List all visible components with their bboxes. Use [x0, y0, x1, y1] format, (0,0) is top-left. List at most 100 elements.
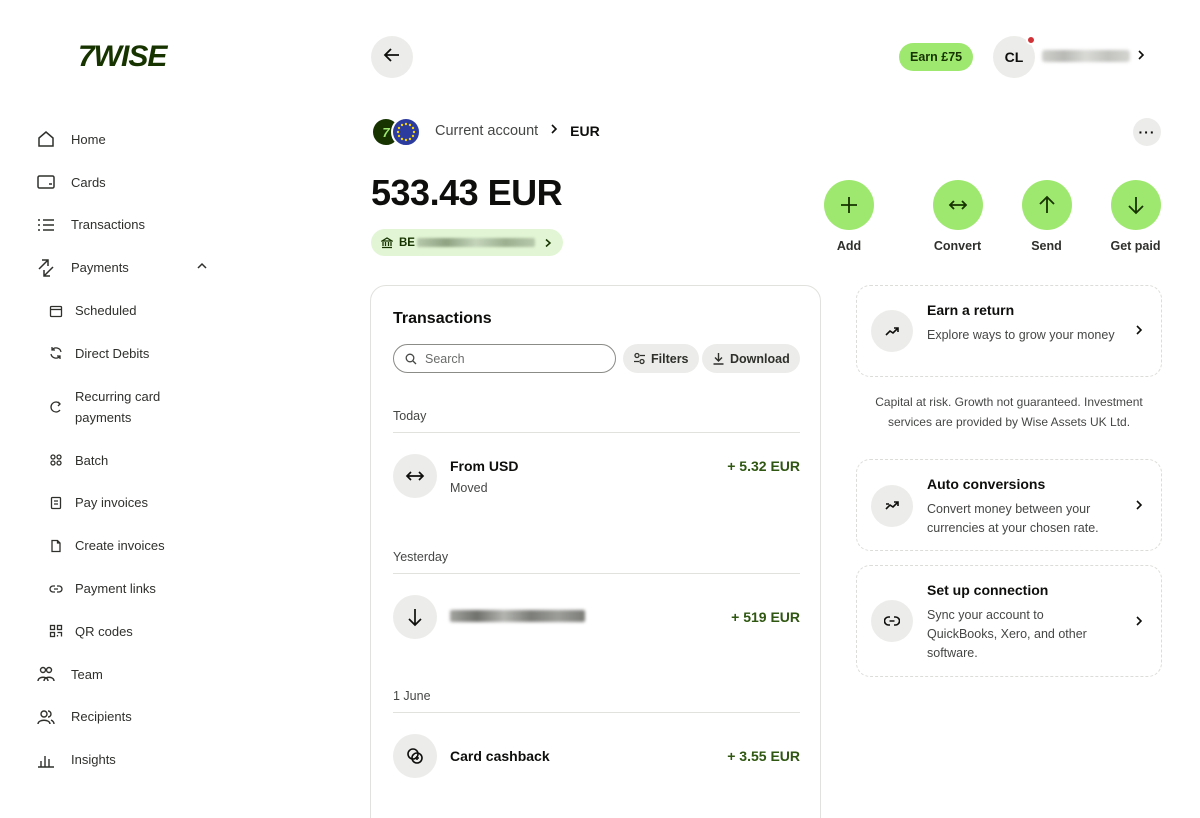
eu-flag-icon [391, 117, 421, 147]
filters-label: Filters [651, 351, 689, 366]
earn-referral-button[interactable]: Earn £75 [899, 43, 974, 71]
sidebar-item-label: Insights [71, 752, 116, 768]
breadcrumb-current: EUR [570, 123, 600, 139]
account-name-redacted[interactable] [1042, 50, 1130, 62]
breadcrumb: Current account EUR [435, 123, 600, 139]
account-balance: 533.43 EUR [371, 172, 563, 213]
earn-a-return-card[interactable]: Earn a return Explore ways to grow your … [856, 285, 1162, 377]
sidebar-item-pay-invoices[interactable]: Pay invoices [36, 482, 226, 525]
auto-convert-icon [871, 485, 913, 527]
transaction-amount: + 3.55 EUR [727, 748, 800, 764]
send-button[interactable]: Send [1002, 180, 1091, 253]
account-details-button[interactable]: BE [371, 229, 563, 256]
iban-prefix: BE [399, 236, 415, 249]
chevron-right-icon [1133, 498, 1145, 516]
sidebar-item-insights[interactable]: Insights [36, 738, 226, 781]
promo-title: Earn a return [927, 302, 1015, 318]
sidebar-item-batch[interactable]: Batch [36, 439, 226, 482]
filter-icon [633, 352, 646, 365]
notification-dot [1026, 35, 1036, 45]
add-button[interactable]: Add [824, 180, 874, 253]
chevron-right-icon[interactable] [1134, 48, 1148, 67]
sidebar-item-transactions[interactable]: Transactions [36, 204, 226, 247]
invoice-icon [49, 496, 63, 510]
bank-icon [381, 236, 393, 249]
convert-icon [393, 454, 437, 498]
set-up-connection-card[interactable]: Set up connection Sync your account to Q… [856, 565, 1162, 677]
sidebar-item-label: Recipients [71, 709, 132, 725]
chevron-up-icon[interactable] [196, 260, 208, 275]
action-label: Convert [933, 239, 982, 253]
trend-up-icon [871, 310, 913, 352]
promo-description: Convert money between your currencies at… [927, 502, 1099, 535]
chevron-right-icon [543, 238, 553, 248]
payments-icon [36, 258, 56, 278]
filters-button[interactable]: Filters [623, 344, 699, 373]
sidebar-item-label: Payment links [75, 581, 156, 597]
breadcrumb-parent[interactable]: Current account [435, 123, 538, 139]
plus-icon [824, 180, 874, 230]
promo-title: Auto conversions [927, 476, 1046, 492]
transaction-row[interactable]: Card cashback + 3.55 EUR [393, 734, 800, 780]
earn-label: Earn £75 [910, 50, 963, 64]
sidebar-item-label: Home [71, 131, 106, 147]
action-label: Get paid [1110, 239, 1161, 253]
transaction-name: Card cashback [450, 748, 550, 764]
transactions-card: Transactions Filters Download Today From… [370, 285, 821, 818]
chevron-right-icon [1133, 323, 1145, 341]
more-options-button[interactable]: ··· [1133, 118, 1161, 146]
more-icon: ··· [1138, 124, 1156, 140]
cashback-icon [393, 734, 437, 778]
connection-icon [871, 600, 913, 642]
transaction-subtitle: Moved [450, 481, 488, 495]
sidebar-item-payment-links[interactable]: Payment links [36, 567, 226, 610]
sidebar-item-cards[interactable]: Cards [36, 161, 226, 204]
arrow-down-icon [393, 595, 437, 639]
sidebar-item-label: Scheduled [75, 303, 137, 319]
back-button[interactable] [371, 36, 413, 78]
download-button[interactable]: Download [702, 344, 800, 373]
sidebar-item-qr-codes[interactable]: QR codes [36, 610, 226, 653]
avatar[interactable]: CL [993, 35, 1036, 78]
calendar-icon [49, 304, 63, 318]
sidebar-item-label: QR codes [75, 623, 133, 639]
convert-button[interactable]: Convert [913, 180, 1002, 253]
arrow-left-icon [383, 46, 401, 69]
team-icon [36, 664, 56, 684]
transaction-row[interactable]: From USD Moved + 5.32 EUR [393, 454, 800, 500]
promo-description: Explore ways to grow your money [927, 328, 1115, 342]
sender-name-redacted [450, 610, 585, 622]
arrow-down-icon [1110, 180, 1161, 230]
wise-logo[interactable]: 7WISE [78, 40, 167, 74]
sidebar-item-label: Batch [75, 452, 109, 468]
search-field[interactable] [393, 344, 616, 373]
sidebar-nav: Home Cards Transactions Payments Schedul… [36, 118, 226, 781]
get-paid-button[interactable]: Get paid [1091, 180, 1180, 253]
sidebar-item-create-invoices[interactable]: Create invoices [36, 524, 226, 567]
promo-title: Set up connection [927, 582, 1049, 598]
sidebar-item-team[interactable]: Team [36, 653, 226, 696]
recipients-icon [36, 707, 56, 727]
sidebar-item-direct-debits[interactable]: Direct Debits [36, 332, 226, 375]
group-label-today: Today [393, 409, 427, 423]
search-input[interactable] [425, 351, 605, 366]
group-label-1-june: 1 June [393, 689, 431, 703]
sidebar-item-payments[interactable]: Payments [36, 246, 226, 289]
convert-icon [932, 180, 983, 230]
transaction-amount: + 5.32 EUR [727, 458, 800, 474]
sidebar-item-recipients[interactable]: Recipients [36, 696, 226, 739]
sidebar-item-recurring-card-payments[interactable]: Recurring card payments [36, 375, 226, 439]
download-icon [712, 352, 725, 365]
insights-icon [36, 750, 56, 770]
label-line-2: payments [75, 409, 132, 425]
arrow-up-icon [1021, 180, 1072, 230]
sidebar-item-label: Transactions [71, 217, 145, 233]
investment-disclaimer: Capital at risk. Growth not guaranteed. … [875, 395, 1143, 429]
transaction-row[interactable]: + 519 EUR [393, 595, 800, 641]
sidebar-item-label: Payments [71, 260, 129, 276]
transaction-name: From USD [450, 458, 519, 474]
sidebar-item-scheduled[interactable]: Scheduled [36, 289, 226, 332]
sidebar-item-home[interactable]: Home [36, 118, 226, 161]
recurring-icon [49, 400, 63, 414]
auto-conversions-card[interactable]: Auto conversions Convert money between y… [856, 459, 1162, 551]
